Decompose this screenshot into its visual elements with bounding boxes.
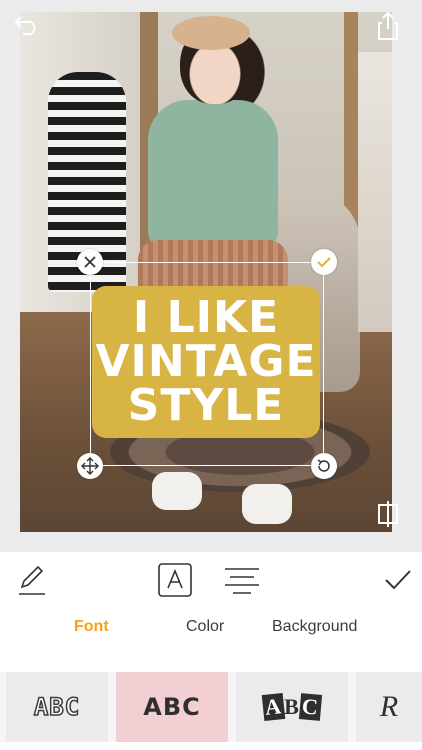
font-sample-label: ABC [261, 692, 322, 722]
font-sample-bold-selected[interactable]: ABC [116, 672, 228, 742]
font-sample-label: ABC [33, 692, 81, 722]
shoe-right [242, 484, 292, 524]
shoe-left [152, 472, 202, 510]
done-check-icon[interactable] [380, 560, 416, 600]
font-sample-outline[interactable]: ABC [6, 672, 108, 742]
compare-icon[interactable] [374, 498, 402, 530]
share-icon[interactable] [374, 10, 402, 42]
font-a-icon[interactable] [155, 560, 195, 600]
undo-icon[interactable] [12, 12, 42, 38]
tab-font[interactable]: Font [74, 618, 109, 636]
align-lines-icon[interactable] [222, 560, 262, 600]
right-shelf [358, 52, 392, 332]
rotate-icon[interactable] [311, 453, 337, 479]
font-picker: ABC ABC ABC R [0, 672, 422, 742]
tab-color[interactable]: Color [186, 618, 224, 636]
check-icon[interactable] [311, 249, 337, 275]
close-icon[interactable] [77, 249, 103, 275]
person-sweater [148, 100, 278, 250]
edit-icon-row [0, 552, 422, 608]
person-beret [172, 16, 250, 50]
text-edit-panel: Font Color Background ABC ABC ABC R [0, 552, 422, 750]
tab-background[interactable]: Background [272, 618, 357, 636]
sticker-line-1: I LIKE [132, 292, 280, 343]
text-sticker[interactable]: I LIKE VINTAGE STYLE [92, 286, 320, 438]
tab-bar: Font Color Background [0, 618, 422, 642]
font-sample-label: R [379, 690, 399, 723]
sticker-line-3: STYLE [127, 380, 285, 431]
font-sample-label: ABC [143, 693, 201, 721]
move-arrows-icon[interactable] [77, 453, 103, 479]
font-sample-ransom[interactable]: ABC [236, 672, 348, 742]
pencil-icon[interactable] [14, 560, 50, 600]
font-sample-script[interactable]: R [356, 672, 422, 742]
sticker-line-2: VINTAGE [95, 336, 317, 387]
